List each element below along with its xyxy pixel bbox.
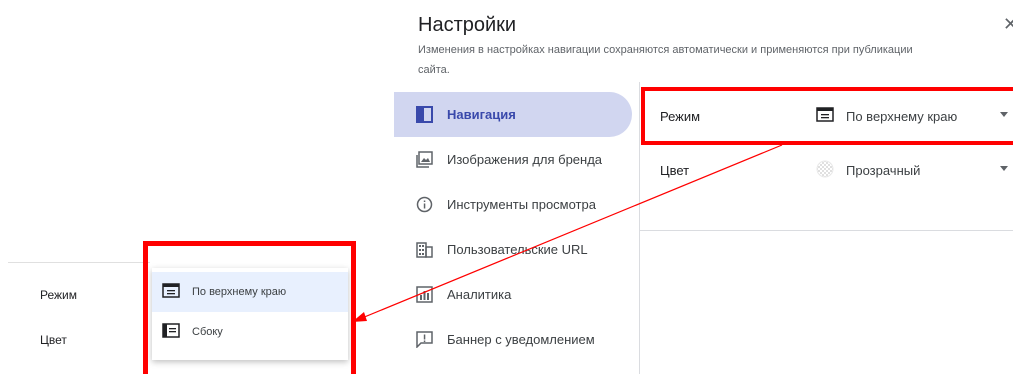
nav-item-label: Навигация [447,107,516,122]
mode-highlight-box [641,87,1013,145]
banner-alert-icon [416,331,433,348]
zoom-color-label: Цвет [40,333,67,347]
nav-item-custom-urls[interactable]: Пользовательские URL [394,227,632,272]
dialog-title: Настройки [418,14,517,36]
panel-divider [639,82,640,374]
color-label: Цвет [660,162,690,178]
nav-item-label: Изображения для бренда [447,152,603,167]
color-select[interactable]: Прозрачный [816,160,920,181]
nav-item-brand-images[interactable]: Изображения для бренда [394,137,632,182]
color-value: Прозрачный [846,162,921,178]
nav-item-view-tools[interactable]: Инструменты просмотра [394,182,632,227]
info-icon [416,196,433,213]
settings-dialog: Настройки ✕ Изменения в настройках навиг… [394,0,1013,374]
settings-divider [639,230,1013,231]
analytics-icon [416,286,433,303]
nav-item-label: Баннер с уведомлением [447,332,595,347]
nav-item-label: Аналитика [447,287,512,302]
nav-item-notification-banner[interactable]: Баннер с уведомлением [394,317,632,362]
settings-nav: Навигация Изображения для бренда Инструм… [394,92,632,362]
dropdown-highlight-box [143,241,356,374]
nav-item-label: Инструменты просмотра [447,197,596,212]
navigation-panel-icon [416,106,433,123]
close-icon[interactable]: ✕ [1003,14,1013,35]
nav-item-analytics[interactable]: Аналитика [394,272,632,317]
zoom-mode-label: Режим [40,288,77,302]
dialog-subtitle: Изменения в настройках навигации сохраня… [418,44,913,76]
nav-item-label: Пользовательские URL [447,242,588,257]
nav-item-navigation[interactable]: Навигация [394,92,632,137]
color-setting[interactable]: Цвет Прозрачный [660,160,1013,180]
transparent-swatch-icon [816,160,834,181]
zoom-divider [8,262,150,263]
brand-image-icon [416,151,433,168]
chevron-down-icon[interactable] [1000,166,1008,171]
building-icon [416,241,433,258]
